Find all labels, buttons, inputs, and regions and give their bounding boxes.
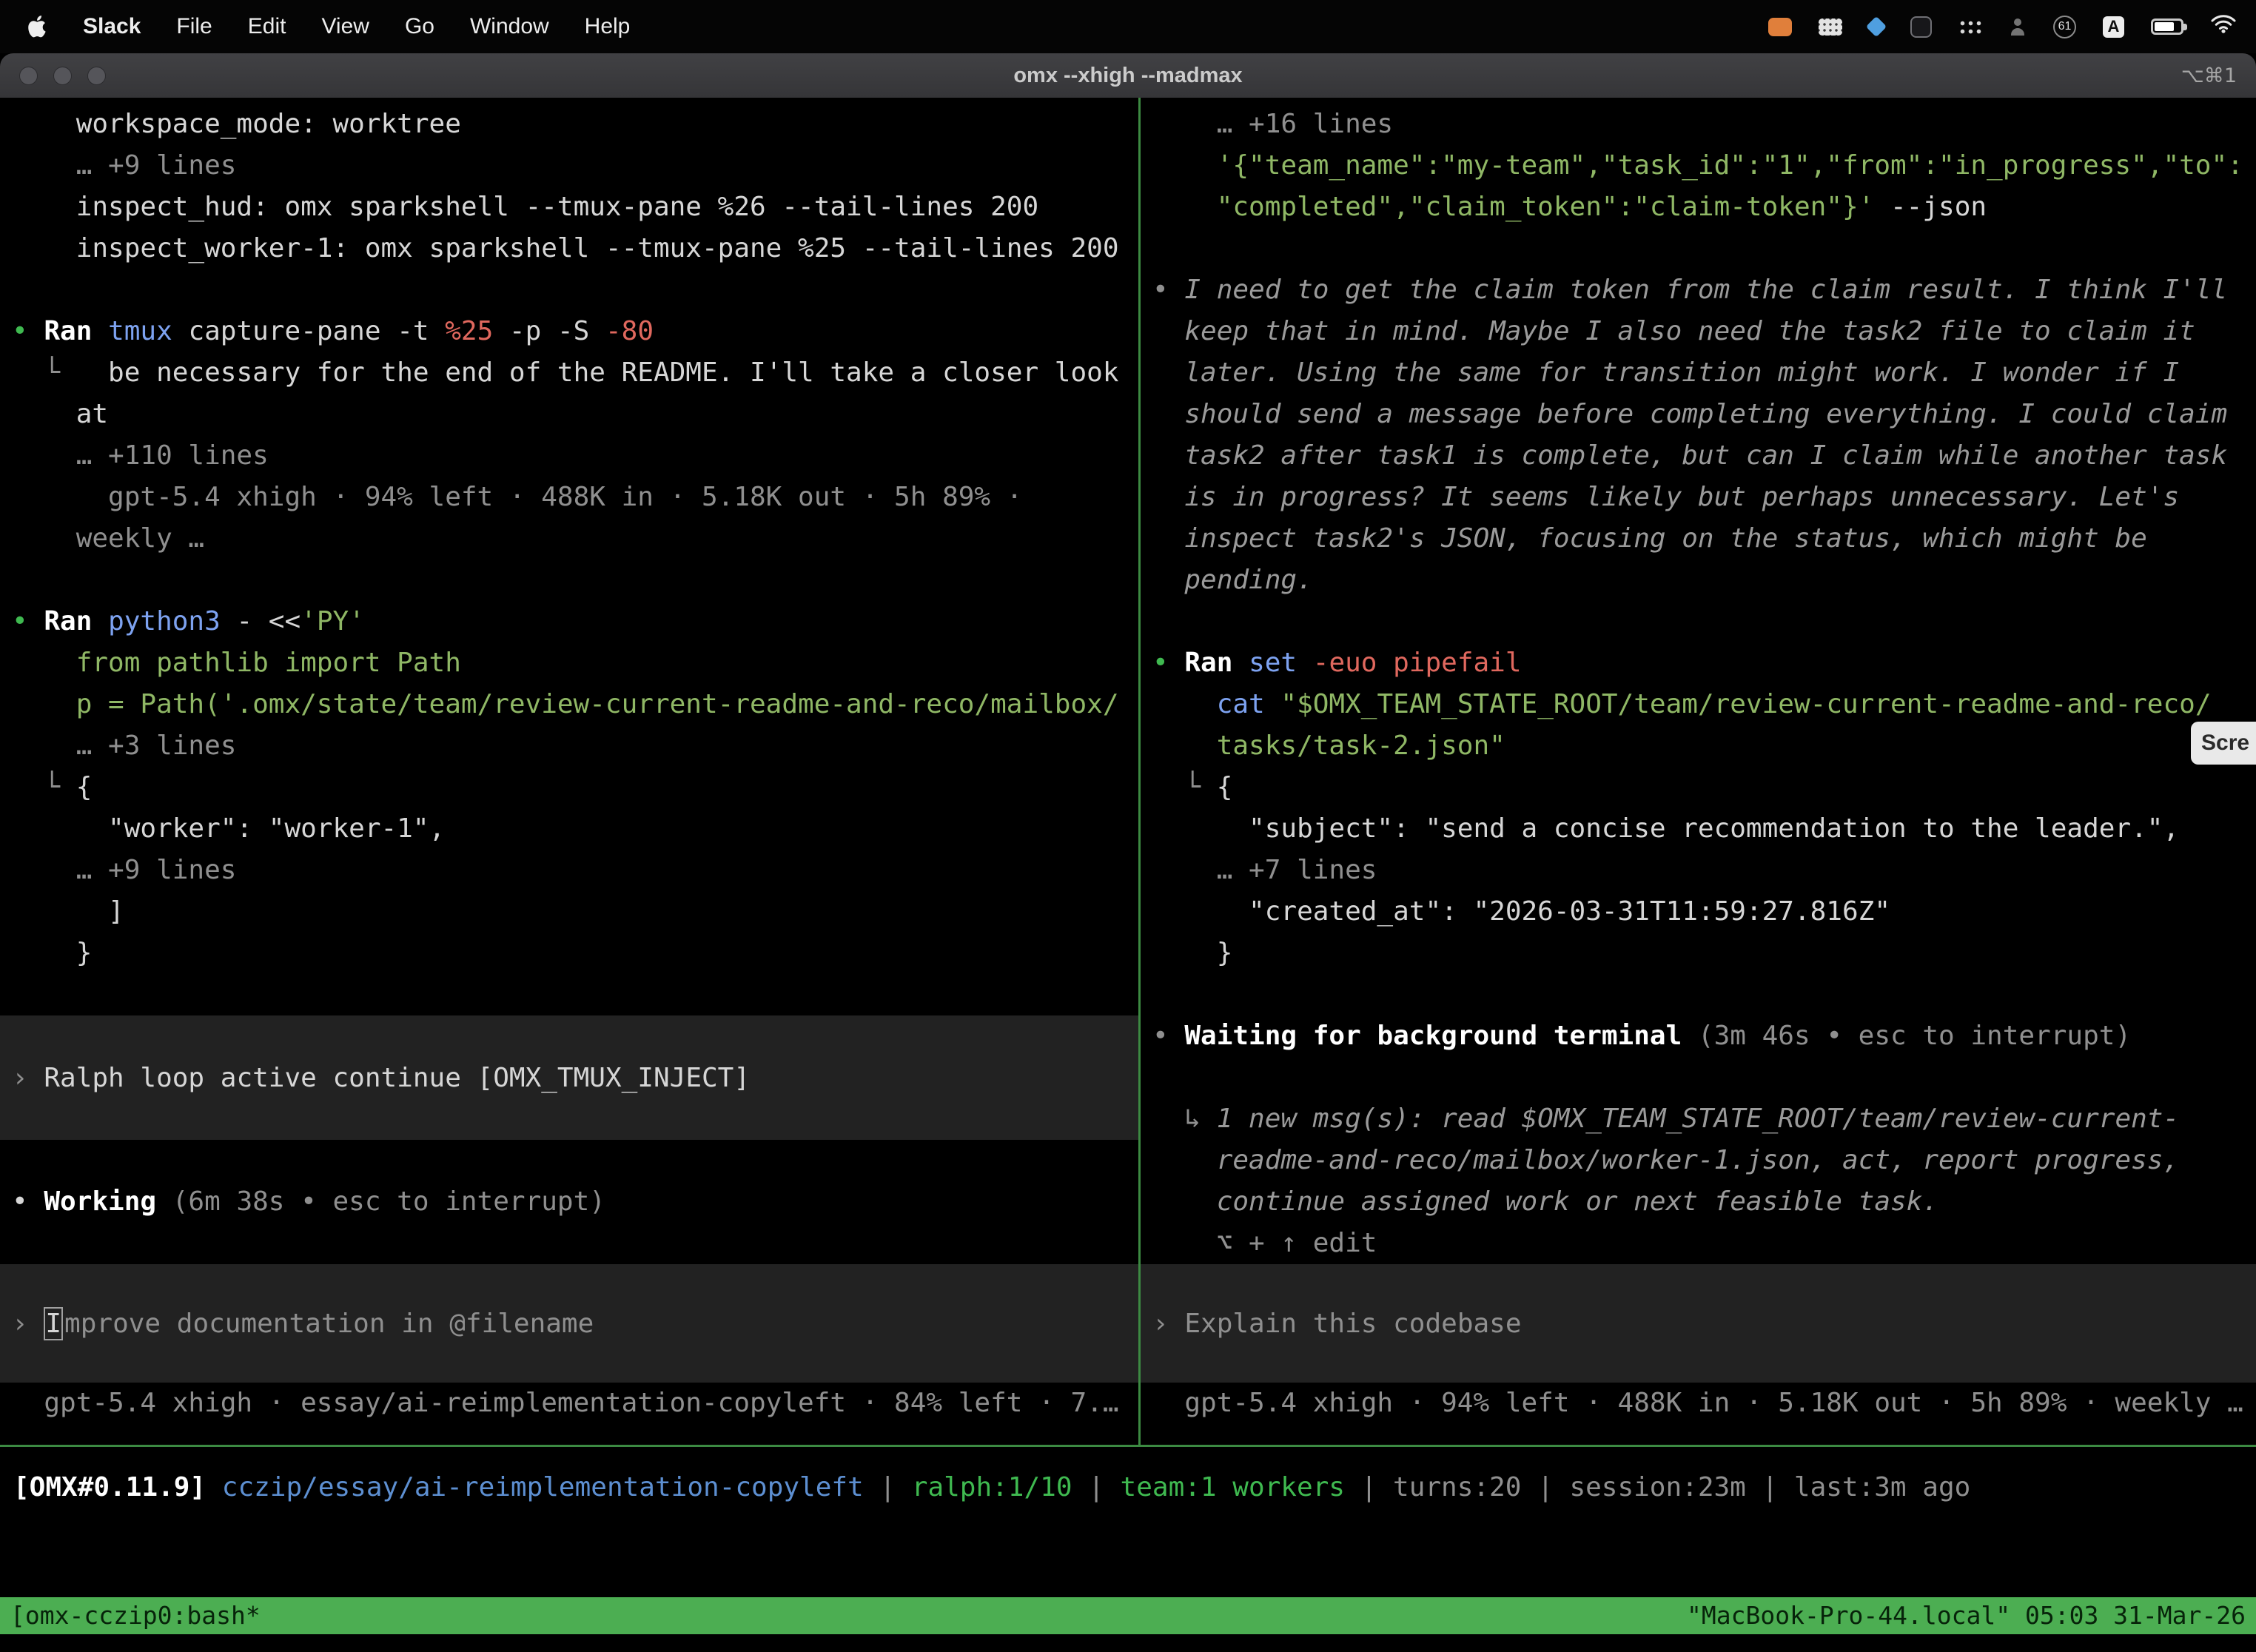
menu-edit[interactable]: Edit — [248, 14, 286, 39]
terminal-line: • I need to get the claim token from the… — [1141, 269, 2256, 311]
terminal-line: workspace_mode: worktree — [0, 104, 1138, 145]
keyboard-icon[interactable] — [1819, 19, 1842, 36]
user-icon[interactable] — [2009, 18, 2027, 36]
blue-app-icon[interactable] — [1866, 16, 1887, 37]
terminal-line: at — [0, 394, 1138, 435]
composer-input-left[interactable]: › Improve documentation in @filename — [0, 1264, 1138, 1383]
window-shortcut: ⌥⌘1 — [2181, 64, 2237, 87]
terminal-line: } — [0, 933, 1138, 974]
terminal-line: should send a message before completing … — [1141, 394, 2256, 435]
terminal-line: "worker": "worker-1", — [0, 808, 1138, 850]
dark-app-icon[interactable] — [1910, 16, 1932, 38]
traffic-lights — [19, 53, 106, 98]
terminal-window: omx --xhigh --madmax ⌥⌘1 workspace_mode:… — [0, 53, 2256, 1652]
terminal-line: cat "$OMX_TEAM_STATE_ROOT/team/review-cu… — [1141, 684, 2256, 725]
terminal-line: task2 after task1 is complete, but can I… — [1141, 435, 2256, 477]
terminal-line — [1141, 974, 2256, 1015]
terminal-line: └ { — [0, 767, 1138, 808]
terminal-line: … +9 lines — [0, 850, 1138, 891]
right-scrollback: … +16 lines '{"team_name":"my-team","tas… — [1141, 104, 2256, 1264]
terminal-line: • Waiting for background terminal (3m 46… — [1141, 1015, 2256, 1057]
terminal-line: inspect_hud: omx sparkshell --tmux-pane … — [0, 187, 1138, 228]
terminal-line: later. Using the same for transition mig… — [1141, 352, 2256, 394]
terminal-line: └ { — [1141, 767, 2256, 808]
terminal-line: "created_at": "2026-03-31T11:59:27.816Z" — [1141, 891, 2256, 933]
terminal-line — [0, 974, 1138, 1015]
window-title: omx --xhigh --madmax — [1013, 64, 1242, 88]
terminal-line: p = Path('.omx/state/team/review-current… — [0, 684, 1138, 725]
working-status: • Working (6m 38s • esc to interrupt) — [0, 1181, 1138, 1223]
tmux-status-bar: [omx-cczip0:bash* "MacBook-Pro-44.local"… — [0, 1597, 2256, 1634]
screen-share-overlay[interactable]: Scre — [2191, 722, 2256, 765]
tmux-session-label: [omx-cczip0:bash* — [10, 1597, 261, 1634]
terminal-line: keep that in mind. Maybe I also need the… — [1141, 311, 2256, 352]
menu-app-name[interactable]: Slack — [83, 14, 141, 39]
terminal-line: ] — [0, 891, 1138, 933]
terminal-line: '{"team_name":"my-team","task_id":"1","f… — [1141, 145, 2256, 187]
model-status-right: gpt-5.4 xhigh · 94% left · 488K in · 5.1… — [1141, 1383, 2256, 1424]
zoom-button[interactable] — [87, 67, 106, 85]
terminal-line: … +7 lines — [1141, 850, 2256, 891]
spacer-line — [0, 1223, 1138, 1264]
terminal-line — [0, 269, 1138, 311]
left-terminal-pane[interactable]: workspace_mode: worktree … +9 lines insp… — [0, 98, 1138, 1445]
terminal-line — [1141, 228, 2256, 269]
terminal-line — [1141, 601, 2256, 642]
dots-grid-icon[interactable] — [1958, 19, 1982, 35]
window-titlebar[interactable]: omx --xhigh --madmax ⌥⌘1 — [0, 53, 2256, 98]
terminal-line: inspect task2's JSON, focusing on the st… — [1141, 518, 2256, 560]
menu-help[interactable]: Help — [585, 14, 631, 39]
spacer-line — [0, 1140, 1138, 1181]
close-button[interactable] — [19, 67, 38, 85]
minimize-button[interactable] — [53, 67, 72, 85]
macos-menu-bar: Slack File Edit View Go Window Help 61 A — [0, 0, 2256, 53]
terminal-line: • Ran tmux capture-pane -t %25 -p -S -80 — [0, 311, 1138, 352]
omx-status-bar: [OMX#0.11.9] cczip/essay/ai-reimplementa… — [0, 1465, 2256, 1510]
terminal-line: inspect_worker-1: omx sparkshell --tmux-… — [0, 228, 1138, 269]
menu-view[interactable]: View — [321, 14, 369, 39]
queued-message-bar: › Ralph loop active continue [OMX_TMUX_I… — [0, 1015, 1138, 1140]
terminal-line: } — [1141, 933, 2256, 974]
terminal-line: gpt-5.4 xhigh · 94% left · 488K in · 5.1… — [0, 477, 1138, 518]
menu-go[interactable]: Go — [405, 14, 434, 39]
screen-share-overlay-label: Scre — [2201, 731, 2249, 756]
menu-window[interactable]: Window — [470, 14, 549, 39]
model-status-left: gpt-5.4 xhigh · essay/ai-reimplementatio… — [0, 1383, 1138, 1424]
terminal-line: pending. — [1141, 560, 2256, 601]
terminal-line: … +16 lines — [1141, 104, 2256, 145]
input-source-icon[interactable]: A — [2103, 16, 2124, 38]
terminal-line: "completed","claim_token":"claim-token"}… — [1141, 187, 2256, 228]
terminal-line: is in progress? It seems likely but perh… — [1141, 477, 2256, 518]
terminal-line: continue assigned work or next feasible … — [1141, 1181, 2256, 1223]
terminal-line: • Ran set -euo pipefail — [1141, 642, 2256, 684]
terminal-line — [1141, 1057, 2256, 1098]
terminal-line: ↳ 1 new msg(s): read $OMX_TEAM_STATE_ROO… — [1141, 1098, 2256, 1140]
terminal-line: readme-and-reco/mailbox/worker-1.json, a… — [1141, 1140, 2256, 1181]
terminal-line: └ be necessary for the end of the README… — [0, 352, 1138, 394]
left-scrollback: workspace_mode: worktree … +9 lines insp… — [0, 104, 1138, 1015]
terminal-line: tasks/task-2.json" — [1141, 725, 2256, 767]
apple-menu-icon[interactable] — [28, 16, 47, 38]
terminal-line: … +9 lines — [0, 145, 1138, 187]
terminal-line: … +3 lines — [0, 725, 1138, 767]
terminal-line: weekly … — [0, 518, 1138, 560]
terminal-line — [0, 560, 1138, 601]
screen-recording-icon[interactable] — [1768, 18, 1792, 36]
right-terminal-pane[interactable]: … +16 lines '{"team_name":"my-team","tas… — [1141, 98, 2256, 1445]
status-separator-line — [0, 1445, 2256, 1447]
terminal-line: "subject": "send a concise recommendatio… — [1141, 808, 2256, 850]
terminal-line: • Ran python3 - <<'PY' — [0, 601, 1138, 642]
wifi-icon[interactable] — [2210, 14, 2237, 40]
tmux-host-clock: "MacBook-Pro-44.local" 05:03 31-Mar-26 — [1687, 1597, 2246, 1634]
menu-file[interactable]: File — [176, 14, 212, 39]
terminal-line: from pathlib import Path — [0, 642, 1138, 684]
composer-input-right[interactable]: › Explain this codebase — [1141, 1264, 2256, 1383]
terminal-line: ⌥ + ↑ edit — [1141, 1223, 2256, 1264]
battery-icon[interactable] — [2151, 19, 2183, 35]
gauge-61-icon[interactable]: 61 — [2053, 16, 2076, 38]
terminal-line: … +110 lines — [0, 435, 1138, 477]
